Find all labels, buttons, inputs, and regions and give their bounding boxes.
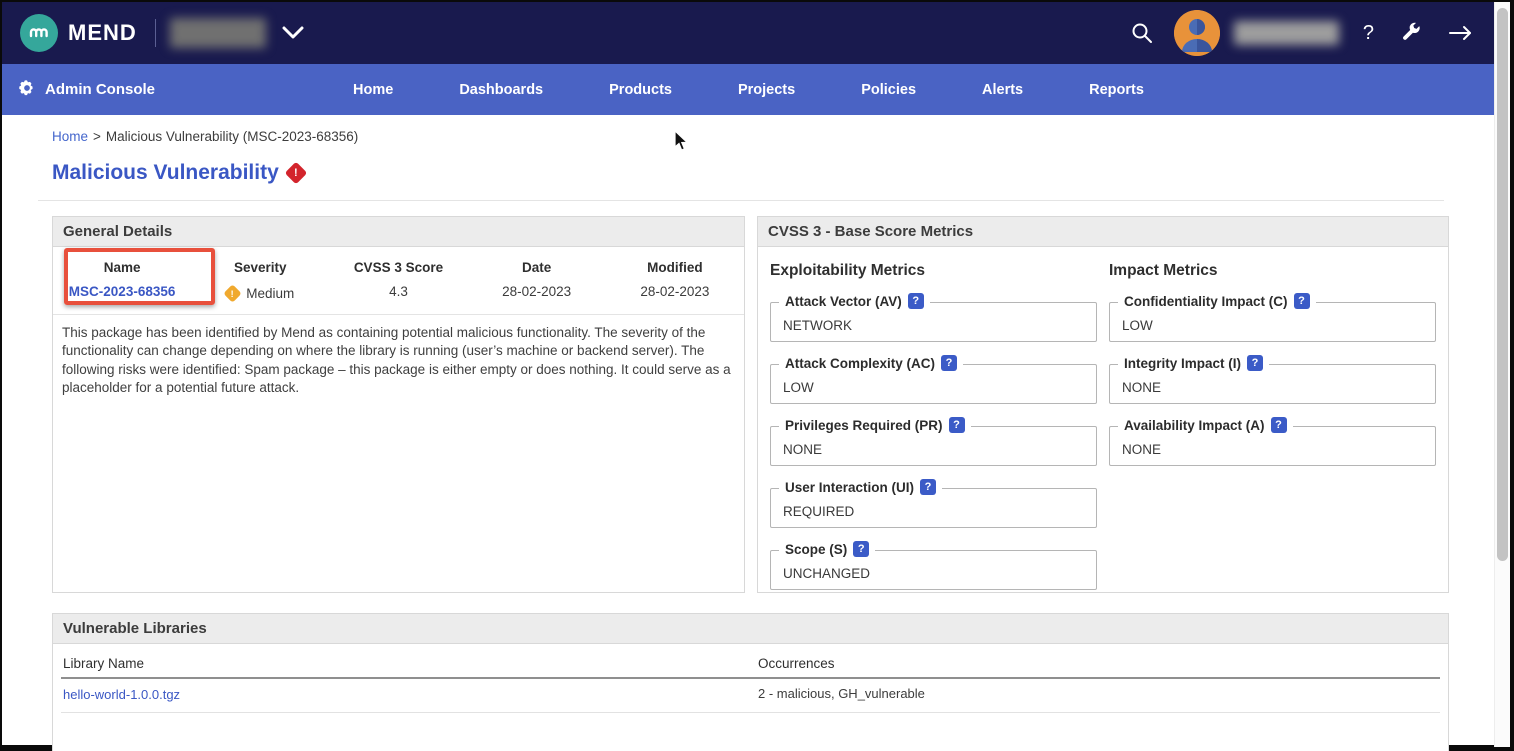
user-avatar[interactable] bbox=[1174, 10, 1220, 56]
help-question-icon[interactable]: ? bbox=[908, 293, 924, 309]
settings-wrench-icon[interactable] bbox=[1400, 22, 1422, 44]
username-redacted bbox=[1234, 21, 1339, 45]
help-question-icon[interactable]: ? bbox=[920, 479, 936, 495]
search-icon[interactable] bbox=[1130, 21, 1154, 45]
library-name-link[interactable]: hello-world-1.0.0.tgz bbox=[63, 687, 180, 702]
general-details-table: Name MSC-2023-68356 Severity ! Medium bbox=[53, 260, 744, 301]
help-question-icon[interactable]: ? bbox=[949, 417, 965, 433]
metric-label: Integrity Impact (I) bbox=[1124, 356, 1241, 371]
metric-user-interaction: User Interaction (UI) ? REQUIRED bbox=[770, 488, 1097, 528]
vertical-scrollbar-thumb[interactable] bbox=[1497, 8, 1508, 561]
occurrences-column-header: Occurrences bbox=[758, 656, 1440, 671]
metric-label: Scope (S) bbox=[785, 542, 847, 557]
metric-scope: Scope (S) ? UNCHANGED bbox=[770, 550, 1097, 590]
vulnerable-libraries-panel: Vulnerable Libraries Library Name Occurr… bbox=[52, 613, 1449, 751]
metric-confidentiality-impact: Confidentiality Impact (C) ? LOW bbox=[1109, 302, 1436, 342]
impact-metrics-title: Impact Metrics bbox=[1109, 262, 1436, 280]
modified-value: 28-02-2023 bbox=[606, 284, 744, 299]
nav-item-reports[interactable]: Reports bbox=[1089, 82, 1144, 98]
help-question-icon[interactable]: ? bbox=[941, 355, 957, 371]
occurrences-value: 2 - malicious, GH_vulnerable bbox=[758, 686, 1440, 704]
breadcrumb-home-link[interactable]: Home bbox=[52, 129, 88, 144]
breadcrumb: Home > Malicious Vulnerability (MSC-2023-6… bbox=[52, 129, 1494, 144]
exploitability-metrics-column: Exploitability Metrics Attack Vector (AV… bbox=[770, 247, 1097, 590]
library-name-column-header: Library Name bbox=[61, 656, 758, 671]
metric-label: Privileges Required (PR) bbox=[785, 418, 943, 433]
severity-medium-icon: ! bbox=[224, 284, 242, 302]
nav-item-projects[interactable]: Projects bbox=[738, 82, 795, 98]
gd-cvss-header: CVSS 3 Score bbox=[329, 260, 467, 275]
gd-severity-header: Severity bbox=[191, 260, 329, 275]
date-value: 28-02-2023 bbox=[468, 284, 606, 299]
impact-metrics-column: Impact Metrics Confidentiality Impact (C… bbox=[1109, 247, 1436, 590]
brand-name: MEND bbox=[68, 20, 137, 46]
admin-console-label: Admin Console bbox=[45, 81, 155, 98]
title-row: Malicious Vulnerability ! bbox=[52, 161, 1494, 185]
admin-console-button[interactable]: Admin Console bbox=[18, 79, 155, 101]
metric-label: User Interaction (UI) bbox=[785, 480, 914, 495]
nav-item-home[interactable]: Home bbox=[353, 82, 393, 98]
exploitability-metrics-title: Exploitability Metrics bbox=[770, 262, 1097, 280]
breadcrumb-separator: > bbox=[93, 129, 101, 144]
organization-name-redacted bbox=[170, 18, 266, 48]
gd-cvss-column: CVSS 3 Score 4.3 bbox=[329, 260, 467, 301]
gd-date-header: Date bbox=[468, 260, 606, 275]
metric-label: Confidentiality Impact (C) bbox=[1124, 294, 1288, 309]
gd-name-column: Name MSC-2023-68356 bbox=[53, 260, 191, 301]
logout-arrow-icon[interactable] bbox=[1448, 24, 1474, 42]
gear-icon bbox=[18, 79, 36, 101]
help-question-icon[interactable]: ? bbox=[1271, 417, 1287, 433]
help-icon[interactable]: ? bbox=[1363, 22, 1374, 45]
gd-date-column: Date 28-02-2023 bbox=[468, 260, 606, 301]
vulnerable-libraries-header: Vulnerable Libraries bbox=[53, 614, 1448, 644]
cvss-metrics-panel: CVSS 3 - Base Score Metrics Exploitabili… bbox=[757, 216, 1449, 593]
top-bar: MEND ? bbox=[2, 2, 1494, 64]
help-question-icon[interactable]: ? bbox=[853, 541, 869, 557]
gd-modified-column: Modified 28-02-2023 bbox=[606, 260, 744, 301]
nav-item-alerts[interactable]: Alerts bbox=[982, 82, 1023, 98]
nav-item-products[interactable]: Products bbox=[609, 82, 672, 98]
metric-availability-impact: Availability Impact (A) ? NONE bbox=[1109, 426, 1436, 466]
metric-attack-complexity: Attack Complexity (AC) ? LOW bbox=[770, 364, 1097, 404]
gd-name-header: Name bbox=[53, 260, 191, 275]
metric-label: Attack Complexity (AC) bbox=[785, 356, 935, 371]
org-switcher-chevron-down-icon[interactable] bbox=[282, 26, 304, 40]
page: MEND ? bbox=[2, 2, 1494, 745]
general-details-panel: General Details Name MSC-2023-68356 Seve… bbox=[52, 216, 745, 593]
main-nav-bar: Admin Console Home Dashboards Products P… bbox=[2, 64, 1494, 115]
vulnerability-name-link[interactable]: MSC-2023-68356 bbox=[69, 284, 176, 299]
help-question-icon[interactable]: ? bbox=[1247, 355, 1263, 371]
vulnerable-libraries-table: Library Name Occurrences hello-world-1.0… bbox=[53, 644, 1448, 713]
metric-attack-vector: Attack Vector (AV) ? NETWORK bbox=[770, 302, 1097, 342]
topbar-divider bbox=[155, 19, 156, 47]
title-divider bbox=[38, 200, 1444, 201]
metric-label: Availability Impact (A) bbox=[1124, 418, 1265, 433]
mend-logo-icon bbox=[20, 14, 58, 52]
vulnerability-description: This package has been identified by Mend… bbox=[53, 315, 744, 398]
cvss-panel-header: CVSS 3 - Base Score Metrics bbox=[758, 217, 1448, 247]
malicious-severity-icon: ! bbox=[284, 162, 307, 185]
nav-items: Home Dashboards Products Projects Polici… bbox=[353, 82, 1144, 98]
metric-label: Attack Vector (AV) bbox=[785, 294, 902, 309]
nav-item-dashboards[interactable]: Dashboards bbox=[459, 82, 543, 98]
nav-item-policies[interactable]: Policies bbox=[861, 82, 916, 98]
severity-value: Medium bbox=[246, 286, 294, 301]
page-title: Malicious Vulnerability bbox=[52, 161, 279, 185]
vertical-scrollbar-track[interactable] bbox=[1494, 2, 1510, 747]
breadcrumb-current: Malicious Vulnerability (MSC-2023-68356) bbox=[106, 129, 358, 144]
table-row: hello-world-1.0.0.tgz 2 - malicious, GH_… bbox=[61, 679, 1440, 713]
help-question-icon[interactable]: ? bbox=[1294, 293, 1310, 309]
metric-privileges-required: Privileges Required (PR) ? NONE bbox=[770, 426, 1097, 466]
gd-severity-column: Severity ! Medium bbox=[191, 260, 329, 301]
gd-modified-header: Modified bbox=[606, 260, 744, 275]
general-details-header: General Details bbox=[53, 217, 744, 247]
metric-integrity-impact: Integrity Impact (I) ? NONE bbox=[1109, 364, 1436, 404]
cvss-score-value: 4.3 bbox=[329, 284, 467, 299]
